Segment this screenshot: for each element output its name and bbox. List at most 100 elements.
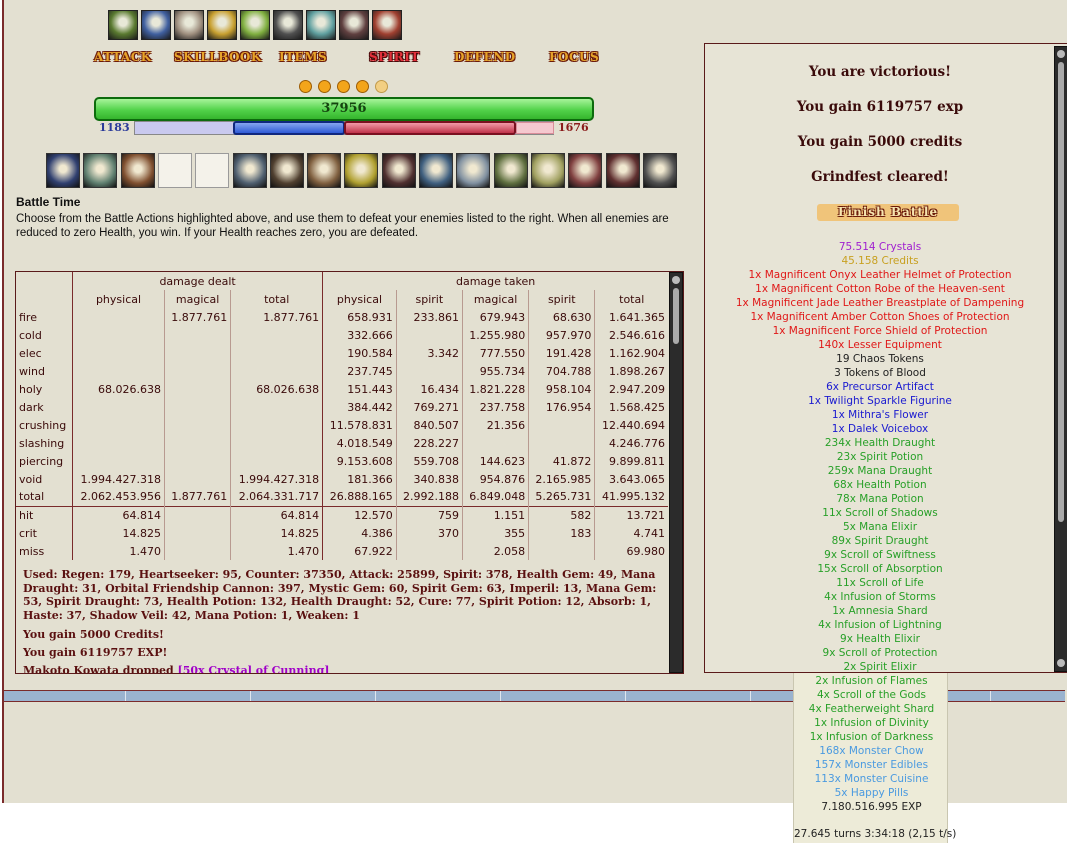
- battle-log-panel[interactable]: damage dealt damage taken physical magica…: [15, 271, 684, 674]
- drop-item: 1x Dalek Voicebox: [831, 423, 929, 435]
- stat-cell: [163, 434, 231, 452]
- stat-cell: 1.994.427.318: [72, 470, 165, 488]
- mana-value: 1183: [99, 121, 130, 134]
- status-effect-icon[interactable]: [46, 153, 80, 188]
- stat-cell: [72, 308, 165, 326]
- column-header: magical: [461, 290, 529, 308]
- screen: { "commands": [ {"label": "Attack", "act…: [0, 0, 1067, 843]
- status-effect-icon[interactable]: [419, 153, 453, 188]
- stat-cell: 2.165.985: [528, 470, 595, 488]
- skill-icon[interactable]: [207, 10, 237, 40]
- stat-cell: 68.026.638: [72, 380, 165, 398]
- command-items[interactable]: Items: [279, 50, 327, 64]
- spirit-bar: [344, 121, 516, 135]
- skill-icon[interactable]: [240, 10, 270, 40]
- skill-icon[interactable]: [273, 10, 303, 40]
- stat-cell: 12.440.694: [594, 416, 668, 434]
- row-label: hit: [16, 505, 73, 524]
- skill-icon[interactable]: [141, 10, 171, 40]
- stat-cell: [163, 344, 231, 362]
- stat-cell: 1.151: [461, 505, 529, 524]
- scroll-down-arrow-icon[interactable]: [1057, 659, 1065, 667]
- row-label: wind: [19, 364, 46, 378]
- status-effect-icon[interactable]: [269, 153, 304, 188]
- stat-cell: [163, 505, 231, 524]
- stat-cell: 9.899.811: [594, 452, 668, 470]
- skill-icon[interactable]: [339, 10, 369, 40]
- command-defend[interactable]: Defend: [454, 50, 516, 64]
- stat-cell: 228.227: [395, 434, 463, 452]
- stat-cell: 233.861: [395, 308, 463, 326]
- stat-cell: 68.630: [528, 308, 595, 326]
- finish-battle-button[interactable]: Finish Battle: [817, 204, 959, 221]
- command-skillbook[interactable]: Skillbook: [174, 50, 262, 64]
- stat-cell: [230, 434, 323, 452]
- victory-scrollbar[interactable]: [1054, 46, 1067, 672]
- row-label: miss: [19, 544, 45, 558]
- skill-icon[interactable]: [174, 10, 204, 40]
- bar-segment: [4, 691, 126, 701]
- stat-cell: 582: [528, 505, 595, 524]
- stat-cell: 559.708: [395, 452, 463, 470]
- stat-cell: [72, 326, 165, 344]
- stat-cell: 355: [461, 524, 529, 542]
- battle-title: Battle Time: [16, 195, 81, 209]
- scroll-thumb[interactable]: [1058, 62, 1064, 522]
- command-spirit[interactable]: Spirit: [369, 50, 420, 64]
- stat-cell: 2.947.209: [594, 380, 668, 398]
- command-attack[interactable]: Attack: [94, 50, 152, 64]
- stat-cell: 1.877.761: [230, 308, 323, 326]
- command-focus[interactable]: Focus: [549, 50, 599, 64]
- effect-slot-empty[interactable]: [157, 153, 192, 188]
- status-effect-icon[interactable]: [120, 153, 155, 188]
- drop-item: 9x Scroll of Swiftness: [824, 549, 936, 561]
- drop-item: 89x Spirit Draught: [831, 535, 929, 547]
- drop-item: 168x Monster Chow: [819, 745, 924, 757]
- skill-icon[interactable]: [372, 10, 402, 40]
- scroll-up-arrow-icon[interactable]: [1057, 50, 1065, 58]
- log-scrollbar[interactable]: [669, 272, 683, 673]
- mana-bar: [233, 121, 345, 135]
- stats-row: cold 332.666 1.255.980 957.970 2.546.616: [16, 326, 668, 344]
- scroll-thumb[interactable]: [673, 288, 679, 344]
- row-label: cold: [19, 328, 42, 342]
- stats-row: crushing 11.578.831 840.507 21.356 12.440.69…: [16, 416, 668, 434]
- status-effect-icon[interactable]: [493, 153, 528, 188]
- status-effect-icon[interactable]: [642, 153, 677, 188]
- scroll-up-arrow-icon[interactable]: [672, 276, 680, 284]
- stat-cell: 759: [395, 505, 463, 524]
- status-effect-icon[interactable]: [568, 153, 603, 188]
- status-effect-icon[interactable]: [83, 153, 118, 188]
- status-effect-icon[interactable]: [344, 153, 379, 188]
- status-effect-icon[interactable]: [605, 153, 640, 188]
- stat-cell: 6.849.048: [461, 488, 529, 506]
- stat-cell: [230, 398, 323, 416]
- drop-item: 259x Mana Draught: [827, 465, 933, 477]
- drop-item-link[interactable]: [50x Crystal of Cunning]: [178, 664, 330, 673]
- status-effect-icon[interactable]: [530, 153, 565, 188]
- drop-item: 3 Tokens of Blood: [834, 367, 926, 379]
- stat-cell: 4.018.549: [322, 434, 397, 452]
- status-effect-icon[interactable]: [456, 153, 491, 188]
- stat-cell: 840.507: [395, 416, 463, 434]
- stat-cell: 3.342: [395, 344, 463, 362]
- stat-cell: [72, 434, 165, 452]
- stats-row: fire 1.877.761 1.877.761 658.931 233.861 679.…: [16, 308, 668, 326]
- stat-cell: 68.026.638: [230, 380, 323, 398]
- status-effect-icon[interactable]: [307, 153, 342, 188]
- skill-icon[interactable]: [108, 10, 138, 40]
- drop-item: 1x Magnificent Onyx Leather Helmet of Pr…: [748, 269, 1012, 281]
- status-effect-icon[interactable]: [381, 153, 416, 188]
- row-label: crit: [19, 526, 37, 540]
- drop-item: 11x Scroll of Shadows: [822, 507, 938, 519]
- spirit-bar-remainder: [516, 122, 554, 134]
- stat-cell: 332.666: [322, 326, 397, 344]
- status-effect-icon[interactable]: [232, 153, 267, 188]
- drop-item: 68x Health Potion: [833, 479, 927, 491]
- skill-icon[interactable]: [306, 10, 336, 40]
- stat-cell: [461, 434, 529, 452]
- effect-slot-empty[interactable]: [195, 153, 230, 188]
- log-drop: Makoto Kowata dropped [50x Crystal of Cu…: [23, 664, 330, 673]
- drop-item: 9x Health Elixir: [840, 633, 920, 645]
- stat-cell: 13.721: [594, 505, 668, 524]
